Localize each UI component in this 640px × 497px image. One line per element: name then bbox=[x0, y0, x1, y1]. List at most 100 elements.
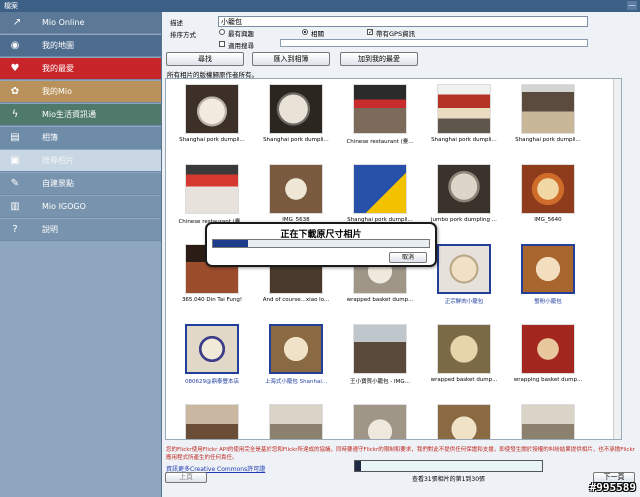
sidebar-item-mio-online[interactable]: ↗ Mio Online bbox=[0, 12, 161, 34]
question-icon: ? bbox=[12, 224, 18, 235]
photo-caption: wrapping basket dump... bbox=[513, 377, 583, 383]
grid-scrollbar[interactable] bbox=[613, 79, 621, 439]
sidebar-item-label: 我的地圖 bbox=[42, 41, 74, 50]
photo-thumbnail[interactable] bbox=[521, 324, 575, 374]
photo-thumbnail[interactable] bbox=[269, 84, 323, 134]
photo-cell[interactable]: Shanghai pork dumpli... bbox=[170, 81, 254, 161]
sidebar-item-label: 說明 bbox=[42, 225, 58, 234]
gps-checkbox[interactable]: ✓ bbox=[367, 29, 373, 36]
photo-thumbnail[interactable] bbox=[269, 404, 323, 439]
photo-caption: jumbo pork dumpling ... bbox=[431, 217, 497, 223]
photo-cell[interactable]: 蟹粉小籠包 bbox=[506, 241, 590, 321]
photo-cell[interactable]: wrapped basket dump... bbox=[422, 321, 506, 401]
photo-thumbnail[interactable] bbox=[269, 324, 323, 374]
photo-cell[interactable]: Shanghai pork dumpli... bbox=[254, 81, 338, 161]
photo-caption: 365.040 Din Tai Fung! bbox=[181, 297, 243, 303]
add-favorite-button[interactable]: 加到我的最愛 bbox=[340, 52, 418, 66]
mio-arrow-logo-icon: ↗ bbox=[12, 17, 22, 28]
photo-thumbnail[interactable] bbox=[521, 404, 575, 439]
sidebar-item-life-info[interactable]: ϟ Mio生活資訊通 bbox=[0, 104, 161, 126]
gear-icon: ✿ bbox=[10, 86, 20, 97]
sidebar-item-label: 相簿 bbox=[42, 133, 58, 142]
photo-cell[interactable] bbox=[338, 401, 422, 439]
sidebar: ↗ Mio Online ◉ 我的地圖 ♥ 我的最愛 ✿ 我的Mio ϟ Mio… bbox=[0, 12, 161, 497]
sidebar-item-label: 搜尋相片 bbox=[42, 156, 74, 165]
result-count-bar bbox=[354, 460, 543, 472]
photo-caption: wrapped basket dump... bbox=[346, 297, 414, 303]
apply-search-label: 適用搜尋 bbox=[228, 42, 254, 50]
photo-search-icon: ▣ bbox=[10, 155, 20, 166]
photo-thumbnail[interactable] bbox=[269, 164, 323, 214]
apply-search-checkbox[interactable] bbox=[219, 41, 225, 47]
sidebar-item-search-photos[interactable]: ▣ 搜尋相片 bbox=[0, 150, 161, 172]
photo-thumbnail[interactable] bbox=[185, 164, 239, 214]
heart-icon: ♥ bbox=[10, 63, 20, 74]
sidebar-item-label: Mio生活資訊通 bbox=[42, 110, 97, 119]
sidebar-item-label: Mio Online bbox=[42, 18, 85, 27]
photo-cell[interactable]: 王小寶買小籠包 - IMG... bbox=[338, 321, 422, 401]
minimize-button[interactable]: — bbox=[627, 1, 637, 10]
photo-cell[interactable]: 080629@鼎泰豐本店 bbox=[170, 321, 254, 401]
photo-thumbnail[interactable] bbox=[437, 244, 491, 294]
photo-thumbnail[interactable] bbox=[353, 164, 407, 214]
sidebar-item-favorites[interactable]: ♥ 我的最愛 bbox=[0, 58, 161, 80]
photo-thumbnail[interactable] bbox=[353, 404, 407, 439]
filter-slider[interactable] bbox=[280, 39, 588, 47]
gps-label: 帶有GPS資訊 bbox=[376, 30, 416, 38]
photo-cell[interactable]: Shanghai pork dumpli... bbox=[506, 81, 590, 161]
photo-cell[interactable]: 上海式小籠包 Shanhai... bbox=[254, 321, 338, 401]
download-dialog: 正在下載原尺寸相片 取消 bbox=[205, 222, 437, 267]
photo-cell[interactable] bbox=[254, 401, 338, 439]
cancel-button[interactable]: 取消 bbox=[389, 252, 427, 263]
sort-interest-radio[interactable] bbox=[219, 29, 225, 35]
title-bar: 檔案 — bbox=[0, 0, 640, 12]
photo-thumbnail[interactable] bbox=[185, 404, 239, 439]
photo-cell[interactable] bbox=[170, 401, 254, 439]
photo-thumbnail[interactable] bbox=[185, 84, 239, 134]
photo-caption: 王小寶買小籠包 - IMG... bbox=[350, 379, 410, 385]
photo-thumbnail[interactable] bbox=[521, 244, 575, 294]
photo-thumbnail[interactable] bbox=[185, 324, 239, 374]
keyword-label: 描述 bbox=[170, 19, 183, 27]
download-progress bbox=[212, 239, 430, 248]
photo-thumbnail[interactable] bbox=[353, 84, 407, 134]
sidebar-item-my-map[interactable]: ◉ 我的地圖 bbox=[0, 35, 161, 57]
photo-thumbnail[interactable] bbox=[521, 84, 575, 134]
photo-thumbnail[interactable] bbox=[521, 164, 575, 214]
photo-cell[interactable]: IMG_5640 bbox=[506, 161, 590, 241]
photo-caption: Chinese restaurant (臺... bbox=[346, 139, 414, 145]
search-form: 描述 小籠包 排序方式 最有興趣 相關 ✓ 帶有GPS資訊 適用搜尋 尋找 匯入… bbox=[162, 12, 639, 66]
import-album-button[interactable]: 匯入到相簿 bbox=[252, 52, 330, 66]
window-title: 檔案 bbox=[4, 2, 18, 10]
photo-caption: Shanghai pork dumpli... bbox=[263, 137, 329, 143]
edit-poi-icon: ✎ bbox=[10, 178, 20, 189]
photo-caption: 上海式小籠包 Shanhai... bbox=[264, 379, 328, 385]
sidebar-item-album[interactable]: ▤ 相簿 bbox=[0, 127, 161, 149]
photo-cell[interactable]: wrapping basket dump... bbox=[506, 321, 590, 401]
prev-page-button[interactable]: 上頁 bbox=[165, 472, 207, 483]
sidebar-item-label: 我的Mio bbox=[42, 87, 73, 96]
photo-thumbnail[interactable] bbox=[437, 164, 491, 214]
search-button[interactable]: 尋找 bbox=[166, 52, 244, 66]
sidebar-item-label: Mio IGOGO bbox=[42, 202, 86, 211]
photo-thumbnail[interactable] bbox=[437, 84, 491, 134]
keyword-input[interactable]: 小籠包 bbox=[218, 16, 588, 27]
sort-relevance-radio[interactable] bbox=[302, 29, 308, 35]
photo-thumbnail[interactable] bbox=[353, 324, 407, 374]
eye-icon: ◉ bbox=[10, 40, 20, 51]
photo-cell[interactable] bbox=[422, 401, 506, 439]
photo-cell[interactable] bbox=[506, 401, 590, 439]
photo-thumbnail[interactable] bbox=[437, 404, 491, 439]
photo-album-icon: ▤ bbox=[10, 132, 20, 143]
watermark: #995589 bbox=[589, 481, 636, 494]
sort-relevance-label: 相關 bbox=[311, 30, 324, 38]
photo-cell[interactable]: Shanghai pork dumpli... bbox=[422, 81, 506, 161]
photo-caption: wrapped basket dump... bbox=[430, 377, 498, 383]
photo-cell[interactable]: Chinese restaurant (臺... bbox=[338, 81, 422, 161]
sidebar-item-custom-poi[interactable]: ✎ 自建景點 bbox=[0, 173, 161, 195]
photo-thumbnail[interactable] bbox=[437, 324, 491, 374]
sidebar-item-my-mio[interactable]: ✿ 我的Mio bbox=[0, 81, 161, 103]
sidebar-item-help[interactable]: ? 說明 bbox=[0, 219, 161, 241]
photo-caption: IMG_5640 bbox=[534, 217, 562, 223]
sidebar-item-igogo[interactable]: ▥ Mio IGOGO bbox=[0, 196, 161, 218]
